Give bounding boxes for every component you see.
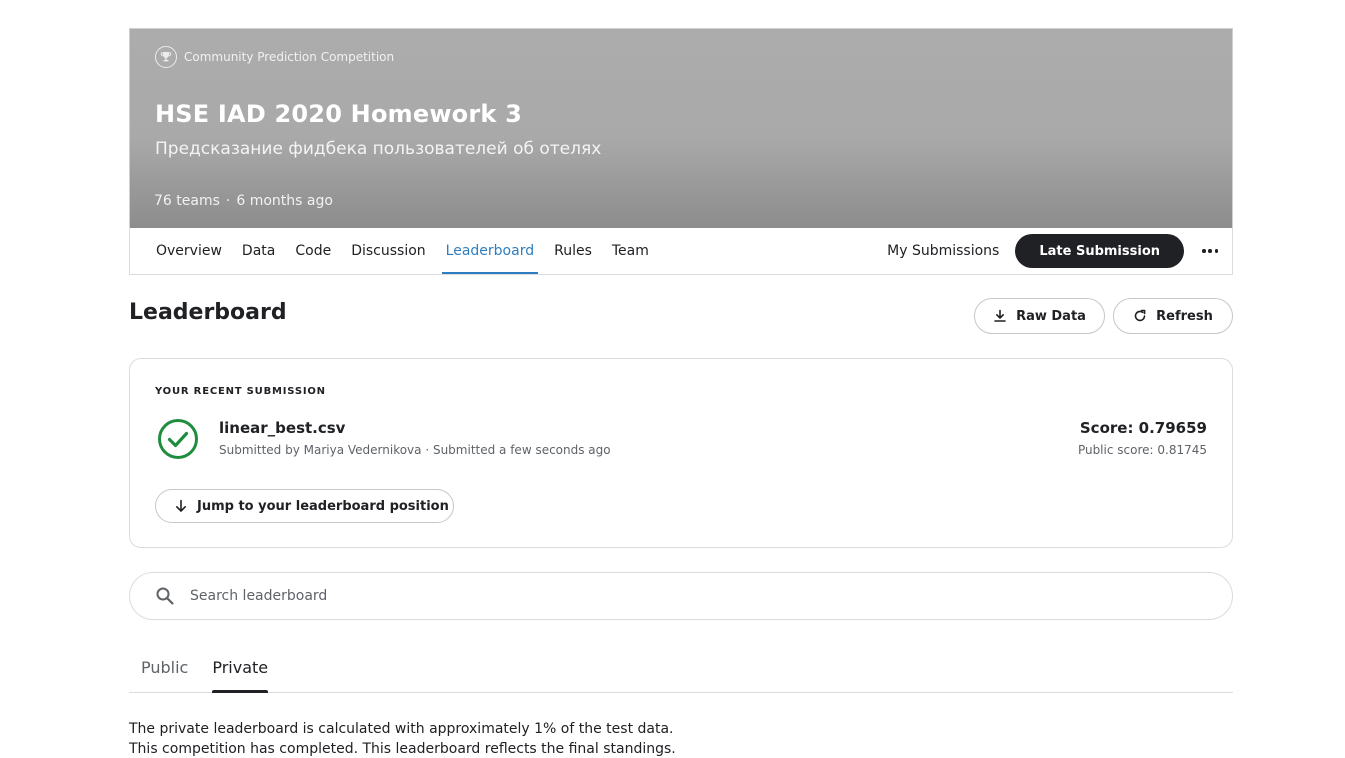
more-horizontal-icon[interactable] <box>1202 249 1218 253</box>
competition-kind: Community Prediction Competition <box>155 46 394 68</box>
refresh-label: Refresh <box>1156 308 1213 324</box>
search-input[interactable] <box>190 588 1090 604</box>
trophy-icon <box>155 46 177 68</box>
submission-score: Score: 0.79659 <box>1079 419 1207 437</box>
tab-code[interactable]: Code <box>291 228 335 274</box>
nav-tabs: Overview Data Code Discussion Leaderboar… <box>152 228 665 274</box>
my-submissions-link[interactable]: My Submissions <box>887 243 999 259</box>
tab-private[interactable]: Private <box>212 650 268 693</box>
competition-header: Community Prediction Competition HSE IAD… <box>129 28 1233 228</box>
competition-age: 6 months ago <box>236 193 333 209</box>
arrow-down-icon <box>174 499 188 513</box>
raw-data-button[interactable]: Raw Data <box>974 298 1105 334</box>
leaderboard-notes: The private leaderboard is calculated wi… <box>129 719 676 758</box>
tab-data[interactable]: Data <box>238 228 279 274</box>
page: Community Prediction Competition HSE IAD… <box>0 0 1345 758</box>
team-count: 76 teams <box>154 193 220 209</box>
competition-nav: Overview Data Code Discussion Leaderboar… <box>129 228 1233 275</box>
submission-public-score: Public score: 0.81745 <box>1077 443 1207 457</box>
recent-submission-card: YOUR RECENT SUBMISSION linear_best.csv S… <box>129 358 1233 548</box>
submission-byline: Submitted by Mariya Vedernikova · Submit… <box>219 443 611 457</box>
tab-overview[interactable]: Overview <box>152 228 226 274</box>
leaderboard-visibility-tabs: Public Private <box>129 650 1233 693</box>
competition-kind-label: Community Prediction Competition <box>184 50 395 64</box>
meta-separator: · <box>225 193 231 209</box>
tab-leaderboard[interactable]: Leaderboard <box>441 228 539 274</box>
jump-to-position-button[interactable]: Jump to your leaderboard position <box>155 489 454 523</box>
nav-actions: My Submissions Late Submission <box>887 228 1218 274</box>
page-title: Leaderboard <box>129 300 287 325</box>
submission-filename[interactable]: linear_best.csv <box>219 419 345 437</box>
tab-team[interactable]: Team <box>608 228 653 274</box>
competition-subtitle: Предсказание фидбека пользователей об от… <box>155 139 602 159</box>
completion-note: This competition has completed. This lea… <box>129 741 676 757</box>
search-icon <box>155 586 175 606</box>
competition-meta: 76 teams · 6 months ago <box>154 193 333 209</box>
check-circle-icon <box>157 418 199 464</box>
raw-data-label: Raw Data <box>1016 308 1086 324</box>
refresh-icon <box>1133 309 1147 323</box>
jump-to-position-label: Jump to your leaderboard position <box>197 498 449 514</box>
download-icon <box>993 309 1007 323</box>
tab-rules[interactable]: Rules <box>550 228 596 274</box>
competition-title: HSE IAD 2020 Homework 3 <box>155 100 523 128</box>
refresh-button[interactable]: Refresh <box>1113 298 1233 334</box>
recent-submission-heading: YOUR RECENT SUBMISSION <box>155 386 326 397</box>
private-leaderboard-note: The private leaderboard is calculated wi… <box>129 721 674 737</box>
tab-public[interactable]: Public <box>141 650 188 692</box>
late-submission-button[interactable]: Late Submission <box>1015 234 1184 268</box>
tab-discussion[interactable]: Discussion <box>347 228 429 274</box>
leaderboard-search <box>129 572 1233 620</box>
